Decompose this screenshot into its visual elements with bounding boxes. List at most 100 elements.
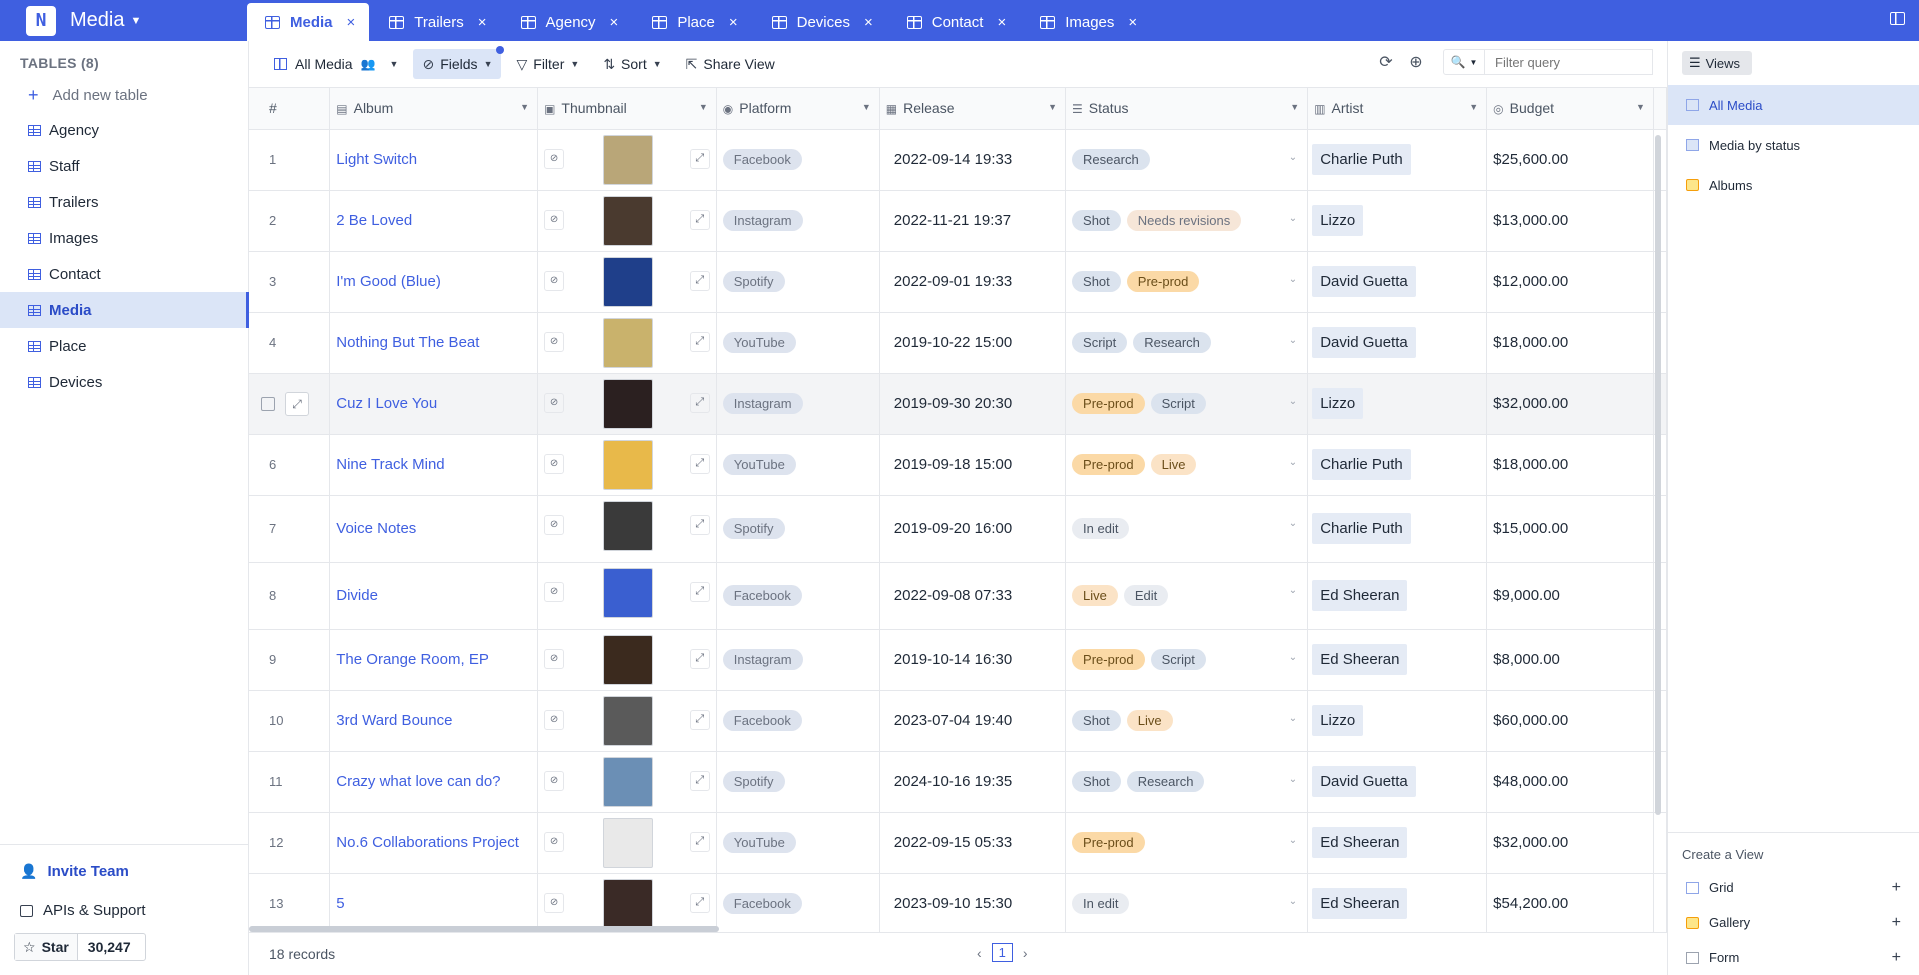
- chevron-down-icon[interactable]: ⌄: [1289, 213, 1297, 224]
- album-cell[interactable]: 5: [329, 873, 539, 932]
- thumbnail-cell[interactable]: ⊘ ⤢: [537, 690, 717, 752]
- thumbnail-cell[interactable]: ⊘ ⤢: [537, 873, 717, 932]
- album-cell[interactable]: Divide: [329, 562, 539, 630]
- close-icon[interactable]: ×: [478, 14, 487, 31]
- artist-cell[interactable]: Charlie Puth: [1307, 434, 1488, 496]
- release-cell[interactable]: 2022-09-01 19:33: [879, 251, 1067, 313]
- close-icon[interactable]: ×: [610, 14, 619, 31]
- attachment-icon[interactable]: ⊘: [544, 453, 565, 474]
- album-cell[interactable]: Crazy what love can do?: [329, 751, 539, 813]
- thumbnail-cell[interactable]: ⊘ ⤢: [537, 251, 717, 313]
- col-header-budget[interactable]: ◎ Budget ▼: [1486, 88, 1654, 130]
- close-icon[interactable]: ×: [864, 14, 873, 31]
- table-row[interactable]: 11 Crazy what love can do? ⊘ ⤢ Spotify 2024-1…: [249, 751, 1667, 813]
- expand-row-icon[interactable]: ⤢: [285, 391, 309, 416]
- attachment-icon[interactable]: ⊘: [544, 148, 565, 169]
- thumbnail-cell[interactable]: ⊘ ⤢: [537, 434, 717, 496]
- artist-chip[interactable]: David Guetta: [1312, 327, 1416, 358]
- plus-icon[interactable]: +: [1892, 914, 1901, 932]
- platform-cell[interactable]: Instagram: [716, 629, 880, 691]
- add-column-icon[interactable]: ⊕: [1407, 52, 1425, 72]
- album-cell[interactable]: Cuz I Love You: [329, 373, 539, 435]
- chevron-down-icon[interactable]: ⌄: [1289, 396, 1297, 407]
- expand-icon[interactable]: ⤢: [689, 453, 710, 474]
- release-cell[interactable]: 2019-09-18 15:00: [879, 434, 1067, 496]
- artist-cell[interactable]: David Guetta: [1307, 312, 1488, 374]
- table-row[interactable]: 9 The Orange Room, EP ⊘ ⤢ Instagram 2019-10-1…: [249, 629, 1667, 691]
- tab-media[interactable]: Media ×: [247, 3, 370, 41]
- status-cell[interactable]: Pre-prod Live ⌄: [1065, 434, 1309, 496]
- artist-chip[interactable]: Lizzo: [1312, 205, 1364, 236]
- platform-cell[interactable]: YouTube: [716, 434, 880, 496]
- tab-agency[interactable]: Agency ×: [503, 3, 633, 41]
- release-cell[interactable]: 2022-09-08 07:33: [879, 562, 1067, 630]
- expand-icon[interactable]: ⤢: [689, 209, 710, 230]
- status-cell[interactable]: Shot Needs revisions ⌄: [1065, 190, 1309, 252]
- status-cell[interactable]: Pre-prod ⌄: [1065, 812, 1309, 874]
- next-page-icon[interactable]: ›: [1023, 945, 1028, 961]
- release-cell[interactable]: 2019-10-14 16:30: [879, 629, 1067, 691]
- expand-icon[interactable]: ⤢: [689, 148, 710, 169]
- expand-icon[interactable]: ⤢: [689, 270, 710, 291]
- thumbnail-cell[interactable]: ⊘ ⤢: [537, 373, 717, 435]
- col-header-release[interactable]: ▦ Release ▼: [879, 88, 1067, 130]
- budget-cell[interactable]: $48,000.00: [1486, 751, 1654, 813]
- chevron-down-icon[interactable]: ⌄: [1289, 335, 1297, 346]
- platform-cell[interactable]: YouTube: [716, 812, 880, 874]
- platform-cell[interactable]: Spotify: [716, 251, 880, 313]
- sidebar-item-images[interactable]: Images: [0, 220, 248, 256]
- expand-icon[interactable]: ⤢: [689, 770, 710, 791]
- release-cell[interactable]: 2019-09-30 20:30: [879, 373, 1067, 435]
- album-cell[interactable]: Nine Track Mind: [329, 434, 539, 496]
- share-view-button[interactable]: ⇱ Share View: [677, 49, 784, 79]
- status-cell[interactable]: In edit ⌄: [1065, 873, 1309, 932]
- table-row[interactable]: 6 Nine Track Mind ⊘ ⤢ YouTube 2019-09-18 15:0…: [249, 434, 1667, 496]
- album-cell[interactable]: Nothing But The Beat: [329, 312, 539, 374]
- artist-chip[interactable]: Lizzo: [1312, 388, 1364, 419]
- artist-cell[interactable]: Charlie Puth: [1307, 129, 1488, 191]
- artist-chip[interactable]: Charlie Puth: [1312, 144, 1411, 175]
- expand-icon[interactable]: ⤢: [689, 392, 710, 413]
- col-header-album[interactable]: ▤ Album ▼: [329, 88, 539, 130]
- sidebar-item-place[interactable]: Place: [0, 328, 248, 364]
- release-cell[interactable]: 2022-11-21 19:37: [879, 190, 1067, 252]
- create-view-grid[interactable]: Grid +: [1668, 870, 1919, 905]
- tab-contact[interactable]: Contact ×: [889, 3, 1020, 41]
- budget-cell[interactable]: $18,000.00: [1486, 434, 1654, 496]
- chevron-down-icon[interactable]: ▼: [1290, 102, 1299, 112]
- chevron-down-icon[interactable]: ⌄: [1289, 585, 1297, 596]
- github-star-button[interactable]: ☆ Star 30,247: [14, 933, 146, 961]
- thumbnail-cell[interactable]: ⊘ ⤢: [537, 190, 717, 252]
- status-cell[interactable]: Pre-prod Script ⌄: [1065, 373, 1309, 435]
- sidebar-item-media[interactable]: Media: [0, 292, 249, 328]
- col-header-status[interactable]: ☰ Status ▼: [1065, 88, 1309, 130]
- apis-support-link[interactable]: APIs & Support: [0, 888, 248, 933]
- release-cell[interactable]: 2019-10-22 15:00: [879, 312, 1067, 374]
- page-number[interactable]: 1: [991, 943, 1013, 962]
- sidebar-item-devices[interactable]: Devices: [0, 364, 248, 400]
- status-cell[interactable]: Shot Pre-prod ⌄: [1065, 251, 1309, 313]
- release-cell[interactable]: 2023-09-10 15:30: [879, 873, 1067, 932]
- vertical-scrollbar[interactable]: [1655, 135, 1661, 815]
- attachment-icon[interactable]: ⊘: [544, 648, 565, 669]
- brand[interactable]: N Media ▼: [0, 0, 247, 41]
- platform-cell[interactable]: YouTube: [716, 312, 880, 374]
- thumbnail-cell[interactable]: ⊘ ⤢: [537, 562, 717, 630]
- chevron-down-icon[interactable]: ⌄: [1289, 652, 1297, 663]
- chevron-down-icon[interactable]: ⌄: [1289, 835, 1297, 846]
- tab-place[interactable]: Place ×: [634, 3, 751, 41]
- artist-chip[interactable]: Charlie Puth: [1312, 513, 1411, 544]
- chevron-down-icon[interactable]: ⌄: [1289, 713, 1297, 724]
- release-cell[interactable]: 2024-10-16 19:35: [879, 751, 1067, 813]
- chevron-down-icon[interactable]: ▼: [1048, 102, 1057, 112]
- expand-icon[interactable]: ⤢: [689, 331, 710, 352]
- table-row[interactable]: ⤢ Cuz I Love You ⊘ ⤢ Instagram 2019-09-30 20:…: [249, 373, 1667, 435]
- col-header-platform[interactable]: ◉ Platform ▼: [716, 88, 880, 130]
- chevron-down-icon[interactable]: ⌄: [1289, 774, 1297, 785]
- album-cell[interactable]: Light Switch: [329, 129, 539, 191]
- table-row[interactable]: 8 Divide ⊘ ⤢ Facebook 2022-09-08 07:33 Live Edi…: [249, 562, 1667, 630]
- close-icon[interactable]: ×: [997, 14, 1006, 31]
- sidebar-toggle-icon[interactable]: [1890, 12, 1905, 25]
- album-cell[interactable]: 2 Be Loved: [329, 190, 539, 252]
- table-row[interactable]: 1 Light Switch ⊘ ⤢ Facebook 2022-09-14 19:33 R…: [249, 129, 1667, 191]
